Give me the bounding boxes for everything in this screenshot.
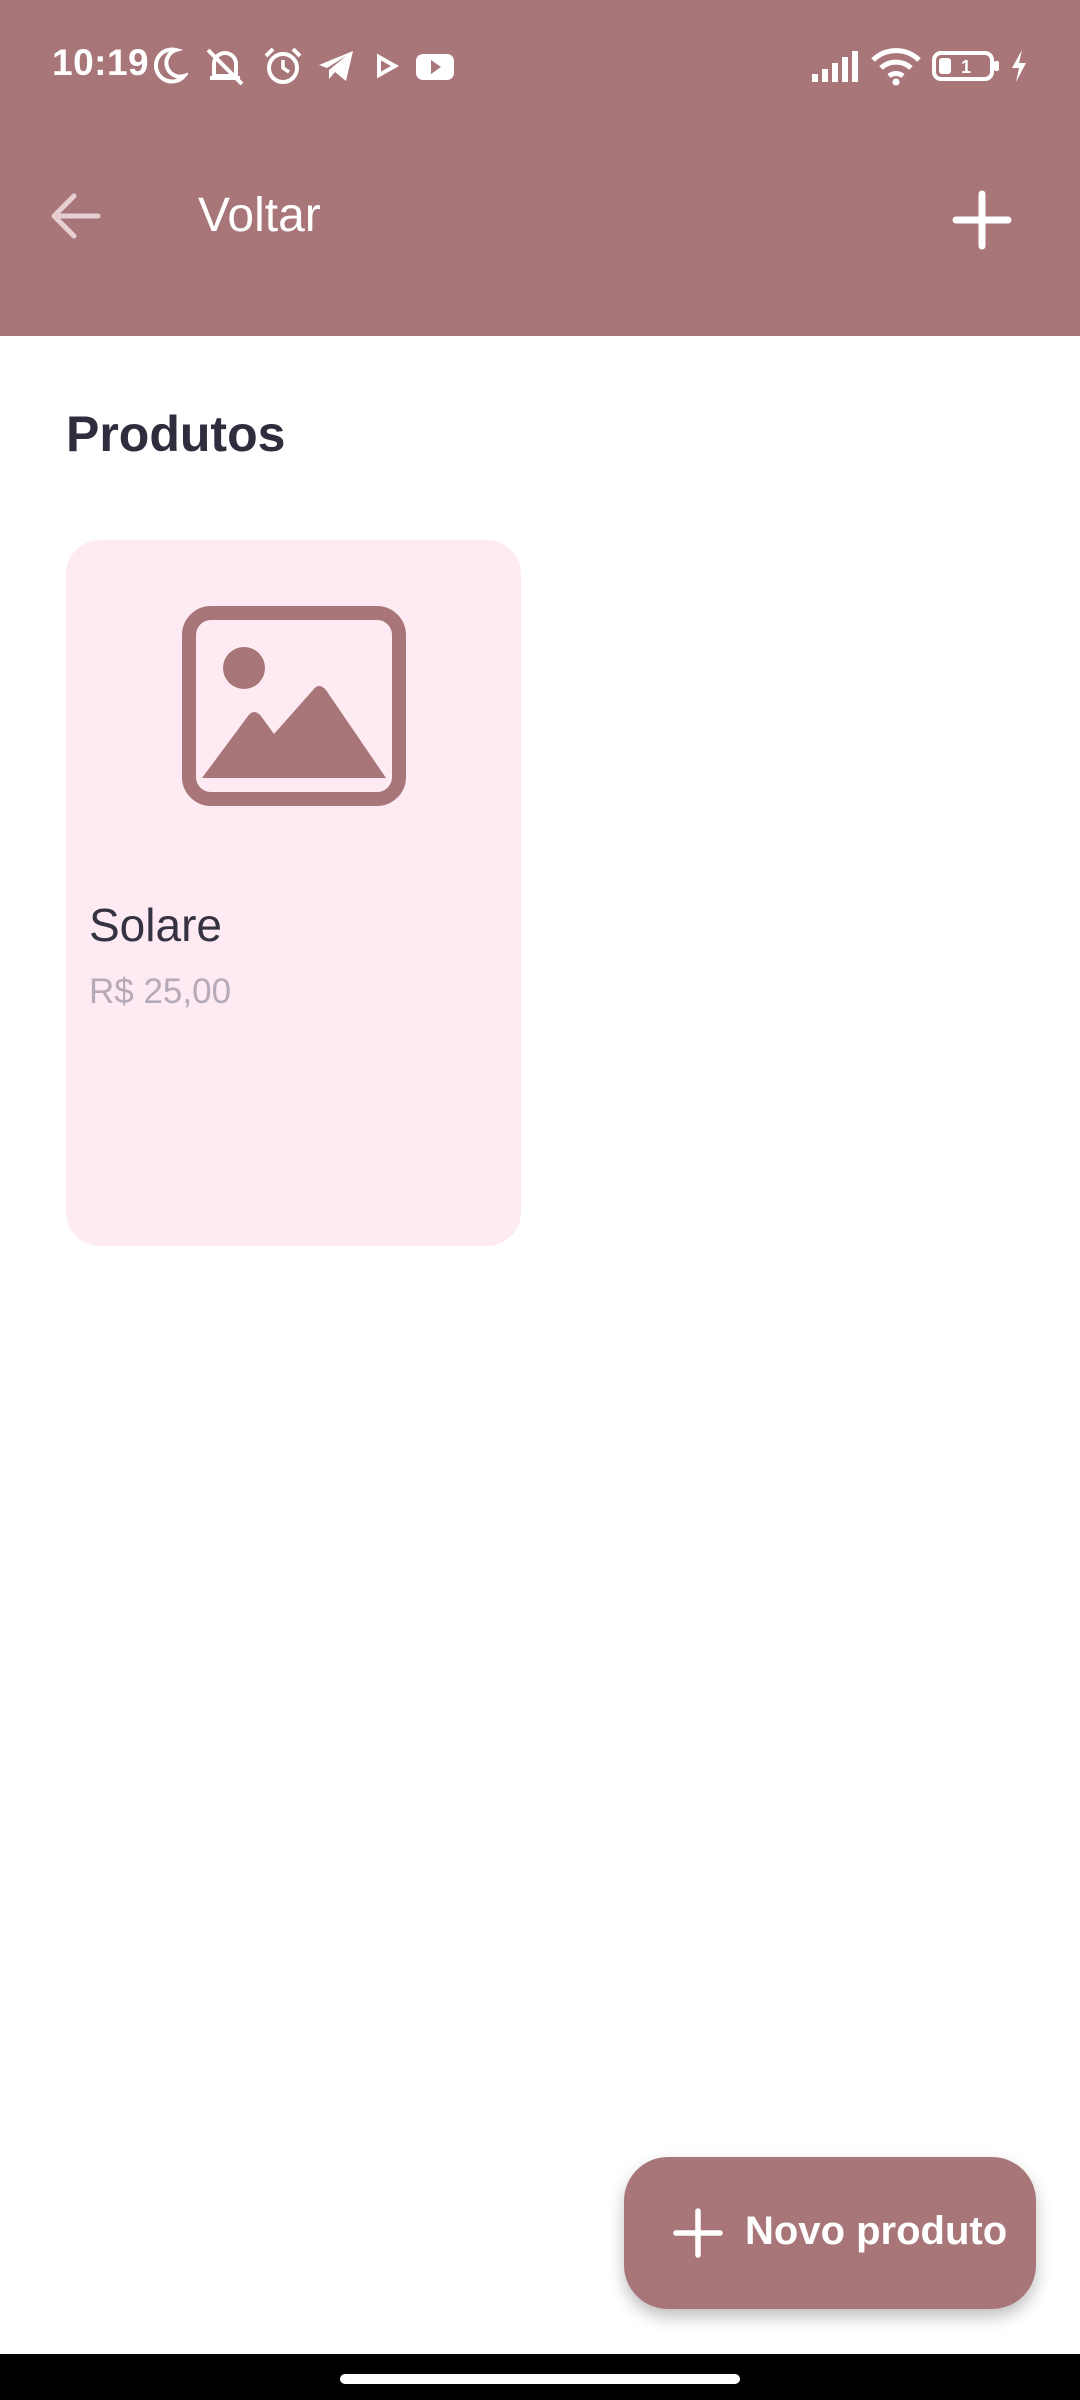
plus-icon [952,190,1012,250]
image-placeholder-icon [182,606,406,806]
battery-icon: 1 [932,51,999,81]
new-product-button[interactable]: Novo produto [624,2157,1036,2309]
signal-icon [812,51,858,82]
status-bar: 10:19 1 [0,0,1080,132]
youtube-icon [416,54,454,80]
product-name: Solare [89,899,222,951]
status-time: 10:19 [52,42,150,83]
alarm-icon [264,47,302,84]
product-card[interactable]: Solare R$ 25,00 [66,540,521,1246]
arrow-left-icon [51,193,101,239]
telegram-icon [319,51,353,81]
wifi-icon [871,48,921,86]
navigation-bar [0,2354,1080,2400]
play-icon [377,53,400,79]
moon-icon [153,47,188,84]
page-title: Produtos [66,406,286,462]
product-price: R$ 25,00 [89,972,232,1011]
back-button[interactable] [40,180,112,252]
mute-icon [206,48,244,86]
home-indicator[interactable] [340,2374,740,2384]
back-label[interactable]: Voltar [198,188,321,243]
charging-icon [1012,50,1026,82]
app-bar: 10:19 1 Voltar [0,0,1080,336]
plus-icon [673,2208,723,2258]
battery-level: 1 [961,57,971,77]
add-button[interactable] [942,180,1022,260]
new-product-label: Novo produto [745,2209,1008,2253]
